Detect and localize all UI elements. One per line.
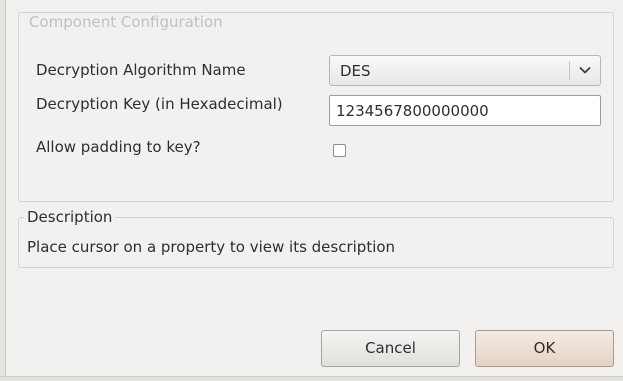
chevron-down-icon[interactable] [577,62,593,78]
description-legend: Description [24,208,116,226]
cancel-button[interactable]: Cancel [321,330,460,367]
combo-separator [569,61,570,80]
padding-label: Allow padding to key? [36,138,201,156]
component-configuration-legend: Component Configuration [28,13,224,31]
key-input[interactable] [329,95,601,126]
ok-button[interactable]: OK [475,330,614,367]
padding-checkbox[interactable] [333,144,346,157]
window-bottom-edge [0,376,623,381]
algorithm-label: Decryption Algorithm Name [36,61,246,79]
algorithm-selected-value: DES [340,62,371,80]
key-label: Decryption Key (in Hexadecimal) [36,95,283,113]
window-left-edge [0,0,6,381]
algorithm-select[interactable]: DES [329,55,601,86]
description-text: Place cursor on a property to view its d… [27,238,396,256]
